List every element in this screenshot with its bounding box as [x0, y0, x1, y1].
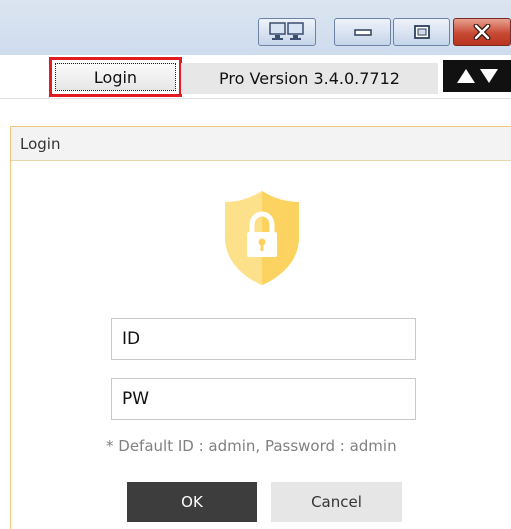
close-button[interactable]	[453, 18, 511, 46]
login-button[interactable]: Login	[55, 63, 176, 91]
minimize-button[interactable]	[334, 18, 391, 46]
monitor-button[interactable]	[258, 18, 316, 46]
up-arrow-icon	[456, 69, 475, 83]
up-down-toggle-button[interactable]	[443, 60, 511, 92]
close-icon	[473, 24, 491, 40]
password-input[interactable]	[111, 378, 416, 420]
default-credentials-hint: * Default ID : admin, Password : admin	[106, 437, 397, 455]
lock-shield-icon	[225, 191, 299, 285]
login-button-label: Login	[93, 67, 138, 87]
login-panel-header: Login	[11, 127, 511, 161]
toolbar: Login Pro Version 3.4.0.7712	[0, 55, 511, 99]
version-label: Pro Version 3.4.0.7712	[181, 63, 438, 94]
login-panel: Login * Default ID : admin, Password : a…	[10, 126, 511, 529]
dual-monitor-icon	[269, 22, 304, 40]
cancel-button[interactable]: Cancel	[271, 482, 402, 522]
ok-button-label: OK	[181, 493, 203, 511]
login-panel-title: Login	[20, 134, 61, 153]
window-title-bar	[0, 0, 511, 55]
minimize-icon	[353, 29, 372, 36]
down-arrow-icon	[479, 69, 498, 83]
cancel-button-label: Cancel	[311, 493, 362, 511]
login-button-highlight[interactable]: Login	[49, 57, 182, 97]
version-text: Pro Version 3.4.0.7712	[219, 69, 400, 88]
maximize-icon	[413, 25, 430, 39]
ok-button[interactable]: OK	[127, 482, 257, 522]
id-input[interactable]	[111, 318, 416, 360]
maximize-button[interactable]	[393, 18, 450, 46]
